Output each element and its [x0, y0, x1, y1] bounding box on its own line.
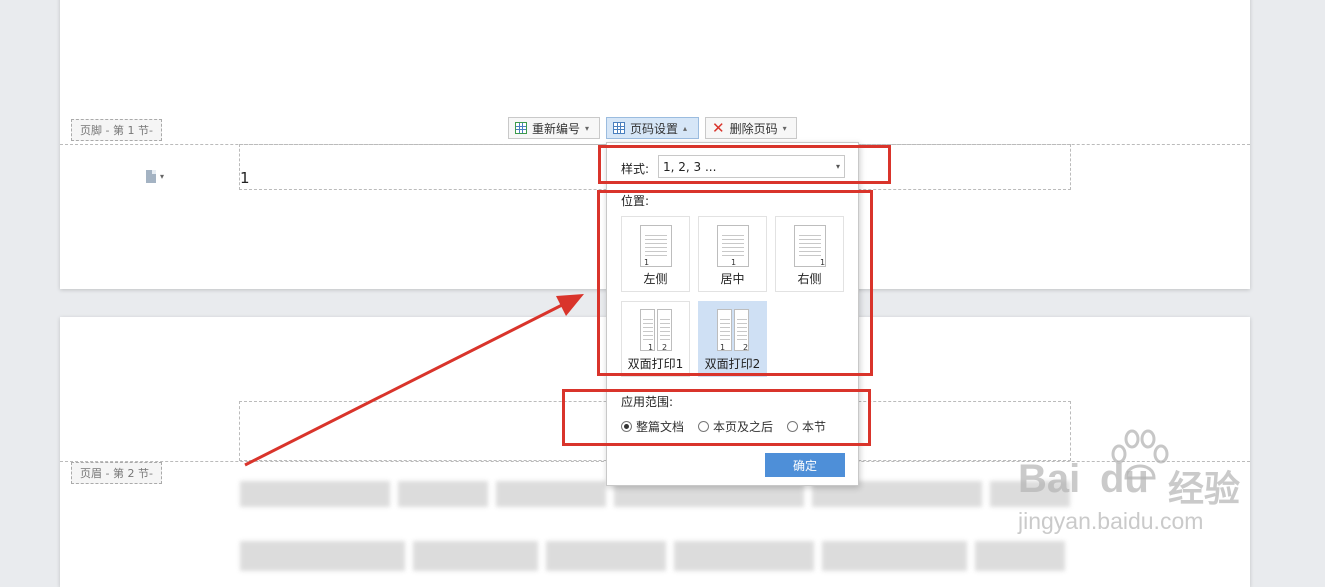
annotation-box-position — [597, 190, 873, 376]
annotation-box-scope — [562, 389, 871, 446]
annotation-box-style — [598, 145, 891, 184]
watermark-url: jingyan.baidu.com — [1018, 508, 1204, 534]
watermark-brand-2: du — [1100, 457, 1149, 501]
watermark-brand: Bai — [1018, 457, 1081, 501]
ok-button[interactable]: 确定 — [765, 453, 845, 477]
watermark-cn: 经验 — [1168, 469, 1241, 510]
